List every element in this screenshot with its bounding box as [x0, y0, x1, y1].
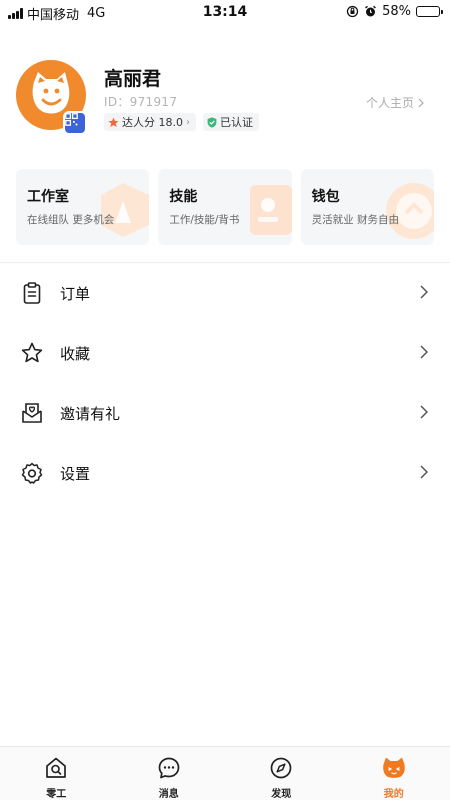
menu-item-invite[interactable]: 邀请有礼 — [0, 383, 450, 443]
battery-icon — [416, 6, 443, 17]
chevron-right-icon — [418, 98, 424, 107]
menu-label: 邀请有礼 — [60, 404, 121, 423]
chevron-right-icon: › — [186, 116, 190, 128]
verified-label: 已认证 — [220, 116, 253, 129]
card-subtitle: 灵活就业 财务自由 — [311, 214, 399, 226]
chevron-right-icon — [420, 285, 428, 299]
feature-cards: 工作室 在线组队 更多机会 技能 工作/技能/背书 钱包 灵活就业 财务自由 — [16, 169, 434, 245]
menu-label: 订单 — [60, 284, 91, 303]
tab-label: 消息 — [158, 789, 179, 800]
home-search-icon — [46, 757, 67, 778]
homepage-label: 个人主页 — [365, 96, 414, 110]
star-icon — [21, 342, 43, 363]
tab-label: 零工 — [46, 789, 67, 800]
skills-card[interactable]: 技能 工作/技能/背书 — [158, 169, 292, 245]
tab-label: 我的 — [383, 789, 404, 800]
gift-envelope-icon — [22, 403, 42, 423]
wallet-card[interactable]: 钱包 灵活就业 财务自由 — [300, 169, 434, 245]
chevron-right-icon — [420, 465, 428, 479]
menu-item-settings[interactable]: 设置 — [0, 443, 450, 503]
qr-code-button[interactable] — [63, 111, 87, 135]
tab-label: 发现 — [271, 789, 292, 800]
cat-face-icon — [382, 757, 405, 778]
avatar[interactable] — [16, 60, 87, 135]
menu-label: 设置 — [60, 464, 91, 483]
qr-code-icon — [65, 113, 78, 126]
orientation-lock-icon — [346, 5, 359, 18]
chat-bubble-icon — [158, 757, 180, 779]
tab-gigs[interactable]: 零工 — [0, 747, 113, 800]
star-icon — [108, 117, 119, 127]
card-subtitle: 在线组队 更多机会 — [27, 214, 115, 226]
status-bar: 中国移动 4G 13:14 58% — [0, 0, 450, 24]
user-name: 高丽君 — [104, 68, 162, 90]
alarm-icon — [365, 5, 377, 17]
chevron-right-icon — [420, 405, 428, 419]
profile-header: 高丽君 ID：971917 达人分 18.0 › 已认证 个人主页 — [16, 56, 434, 146]
tab-mine[interactable]: 我的 — [338, 747, 450, 800]
card-title: 钱包 — [311, 189, 340, 205]
menu-item-favorites[interactable]: 收藏 — [0, 323, 450, 383]
shield-check-icon — [207, 116, 217, 128]
tab-messages[interactable]: 消息 — [113, 747, 226, 800]
chevron-right-icon — [420, 345, 428, 359]
clipboard-icon — [23, 282, 41, 304]
compass-icon — [270, 757, 292, 779]
gear-icon — [21, 462, 43, 484]
verified-badge: 已认证 — [203, 113, 259, 131]
score-badge[interactable]: 达人分 18.0 › — [104, 113, 196, 131]
menu-label: 收藏 — [60, 344, 91, 363]
card-title: 技能 — [169, 189, 198, 205]
studio-card[interactable]: 工作室 在线组队 更多机会 — [16, 169, 150, 245]
card-subtitle: 工作/技能/背书 — [169, 214, 240, 226]
score-label: 达人分 18.0 — [122, 116, 183, 129]
bottom-tab-bar: 零工 消息 发现 我的 — [0, 746, 450, 800]
user-id: ID：971917 — [104, 95, 178, 109]
menu-list: 订单 收藏 邀请有礼 设置 — [0, 263, 450, 503]
tab-discover[interactable]: 发现 — [225, 747, 338, 800]
homepage-link[interactable]: 个人主页 — [366, 94, 424, 111]
card-title: 工作室 — [27, 189, 69, 205]
battery-percent: 58% — [382, 4, 411, 19]
menu-item-orders[interactable]: 订单 — [0, 263, 450, 323]
